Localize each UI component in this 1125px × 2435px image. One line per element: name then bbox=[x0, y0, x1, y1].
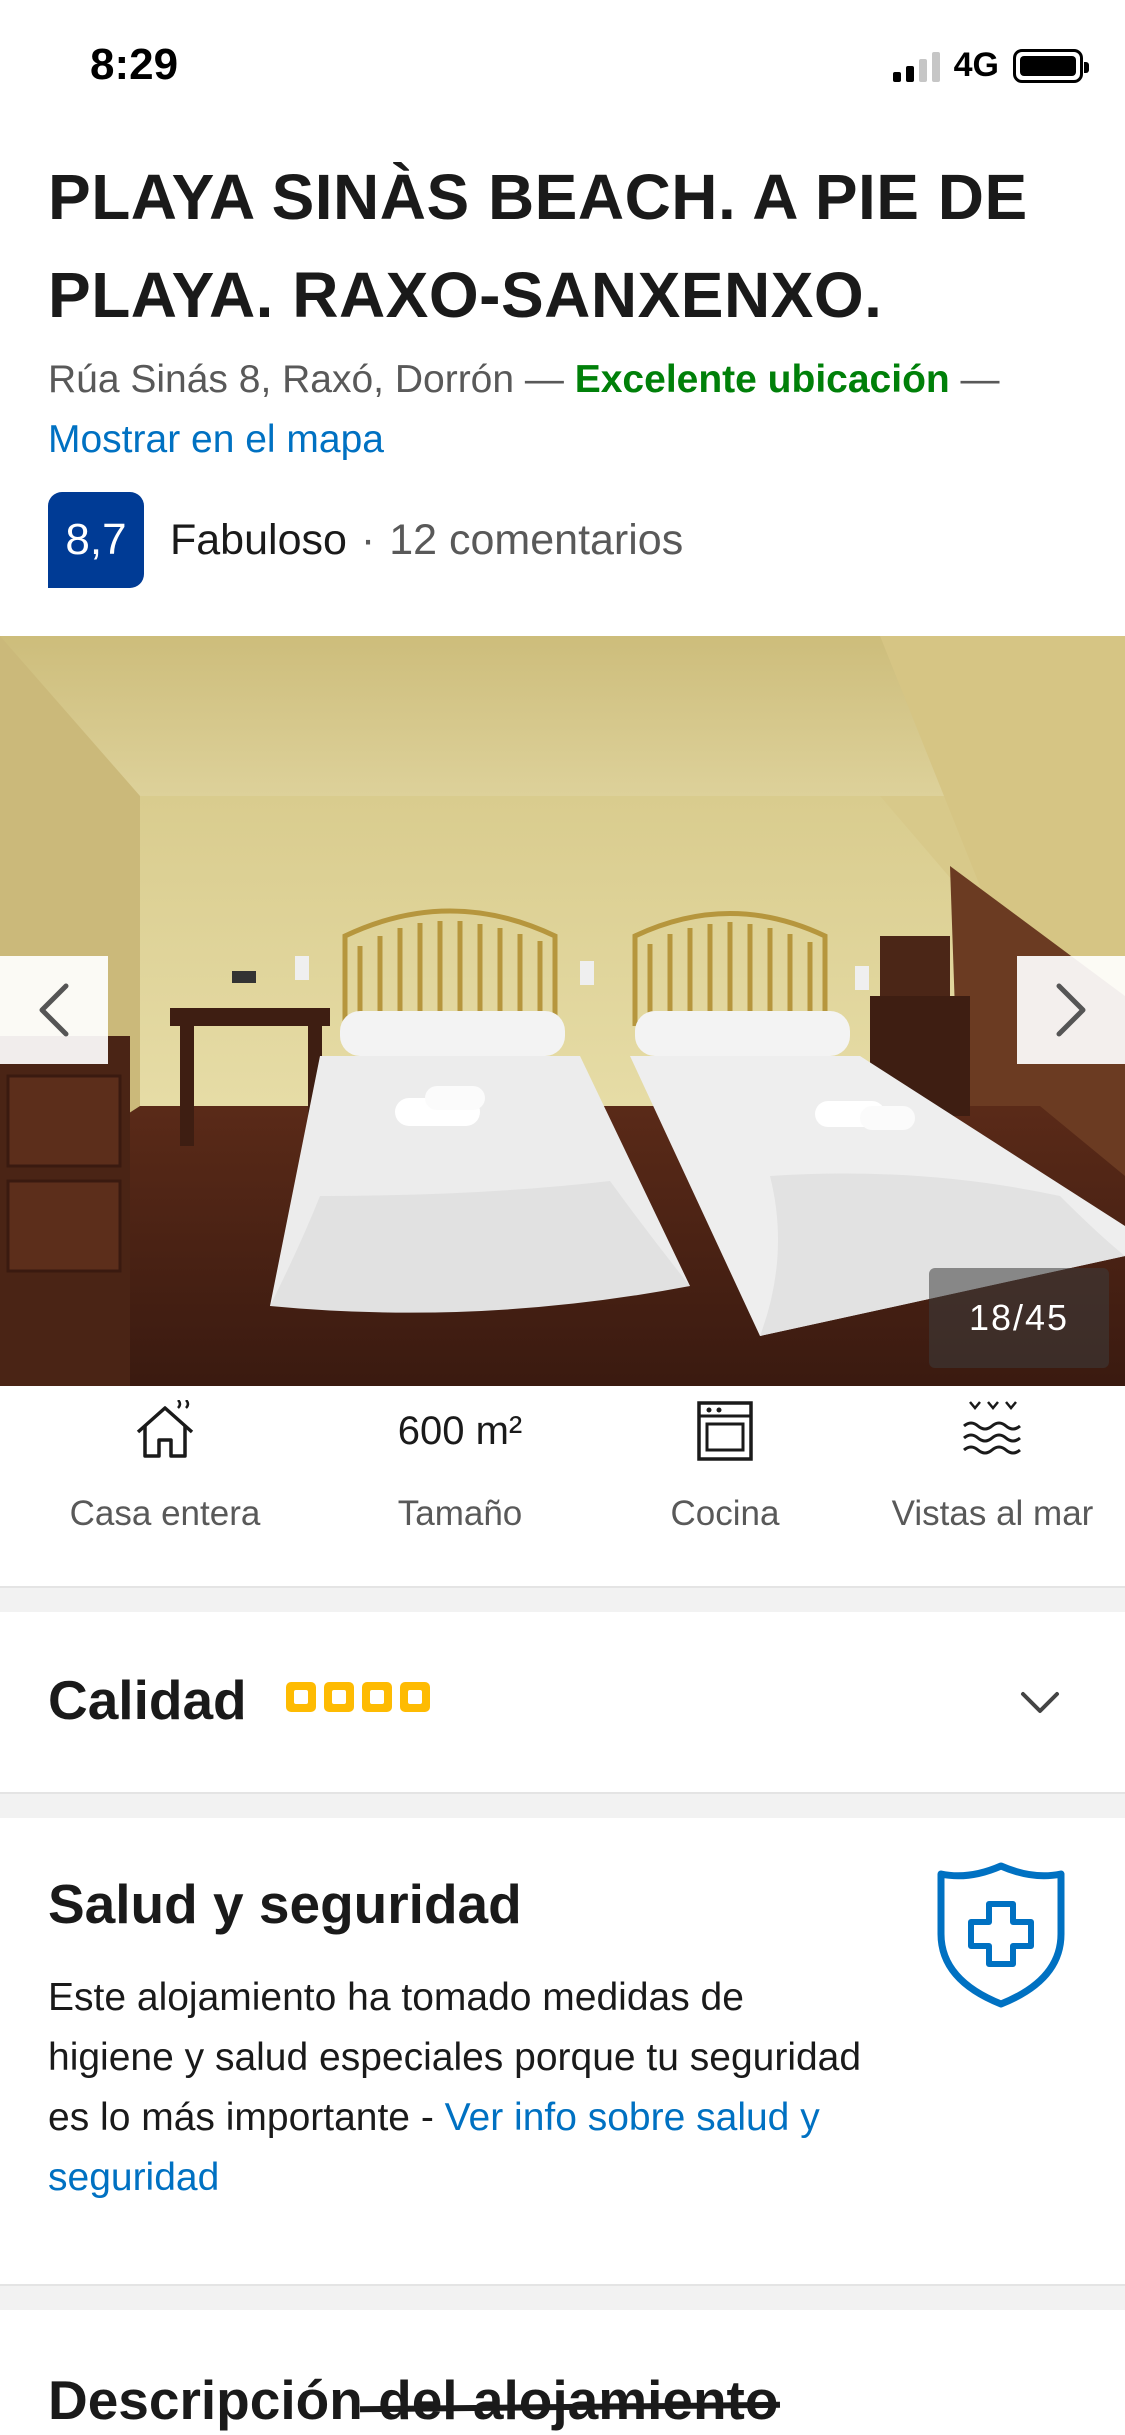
quality-title: Calidad bbox=[48, 1669, 247, 1731]
review-count[interactable]: 12 comentarios bbox=[389, 516, 683, 565]
health-title: Salud y seguridad bbox=[48, 1873, 522, 1935]
description-section: Descripción del alojamiento bbox=[0, 2310, 1125, 2435]
battery-icon bbox=[1013, 48, 1089, 83]
highlight-label: Cocina bbox=[670, 1494, 780, 1533]
review-score-word: Fabuloso bbox=[170, 515, 347, 564]
description-title-start: Descripción bbox=[48, 2369, 363, 2431]
gallery-counter: 18/45 bbox=[929, 1268, 1109, 1368]
highlight-label: Tamaño bbox=[397, 1494, 523, 1533]
address-separator: — bbox=[514, 358, 575, 401]
health-text: Este alojamiento ha tomado medidas de hi… bbox=[48, 1968, 868, 2208]
description-title-end: del alojamiento bbox=[362, 2369, 779, 2431]
address-line: Rúa Sinás 8, Raxó, Dorrón — Excelente ub… bbox=[48, 350, 1098, 470]
chevron-down-icon[interactable] bbox=[1019, 1690, 1061, 1716]
rating-row[interactable]: 8,7 Fabuloso · 12 comentarios bbox=[48, 492, 683, 588]
location-highlight: Excelente ubicación bbox=[574, 358, 950, 401]
gallery-next-button[interactable] bbox=[1017, 956, 1125, 1064]
review-score-badge: 8,7 bbox=[48, 492, 144, 588]
property-title: PLAYA SINÀS BEACH. A PIE DE PLAYA. RAXO-… bbox=[48, 161, 1028, 331]
chevron-left-icon bbox=[39, 983, 69, 1037]
quality-section[interactable]: Calidad bbox=[0, 1612, 1125, 1792]
section-divider bbox=[0, 1586, 1125, 1612]
shield-plus-icon bbox=[937, 1862, 1065, 2008]
network-type: 4G bbox=[953, 46, 999, 84]
chevron-right-icon bbox=[1056, 983, 1086, 1037]
star-icon bbox=[286, 1682, 316, 1712]
status-time: 8:29 bbox=[90, 40, 179, 89]
status-icons: 4G bbox=[892, 46, 1089, 85]
highlight-sea-view: Vistas al mar bbox=[860, 1386, 1125, 1586]
show-on-map-link[interactable]: Mostrar en el mapa bbox=[48, 418, 384, 461]
highlight-kitchen: Cocina bbox=[590, 1386, 860, 1586]
size-value: 600 m² bbox=[397, 1409, 523, 1453]
rating-separator: · bbox=[360, 515, 376, 564]
highlight-entire-house: Casa entera bbox=[0, 1386, 330, 1586]
stove-icon bbox=[697, 1401, 753, 1461]
facility-highlights: Casa entera 600 m² Tamaño Cocina Vistas … bbox=[0, 1386, 1125, 1586]
highlight-label: Casa entera bbox=[69, 1494, 261, 1533]
star-icon bbox=[362, 1682, 392, 1712]
section-divider bbox=[0, 2284, 1125, 2310]
quality-stars bbox=[286, 1682, 430, 1712]
address-text: Rúa Sinás 8, Raxó, Dorrón bbox=[48, 358, 515, 401]
status-bar: 8:29 4G bbox=[0, 0, 1125, 140]
section-divider bbox=[0, 1792, 1125, 1818]
gallery-prev-button[interactable] bbox=[0, 956, 108, 1064]
signal-icon bbox=[892, 50, 940, 82]
highlight-size: 600 m² Tamaño bbox=[330, 1386, 590, 1586]
star-icon bbox=[400, 1682, 430, 1712]
sea-view-icon bbox=[962, 1401, 1021, 1455]
description-title: Descripción del alojamiento bbox=[48, 2368, 778, 2432]
highlight-label: Vistas al mar bbox=[891, 1494, 1094, 1533]
star-icon bbox=[324, 1682, 354, 1712]
address-separator-2: — bbox=[949, 358, 1000, 401]
house-icon bbox=[136, 1400, 194, 1458]
health-safety-section: Salud y seguridad Este alojamiento ha to… bbox=[0, 1818, 1125, 2284]
